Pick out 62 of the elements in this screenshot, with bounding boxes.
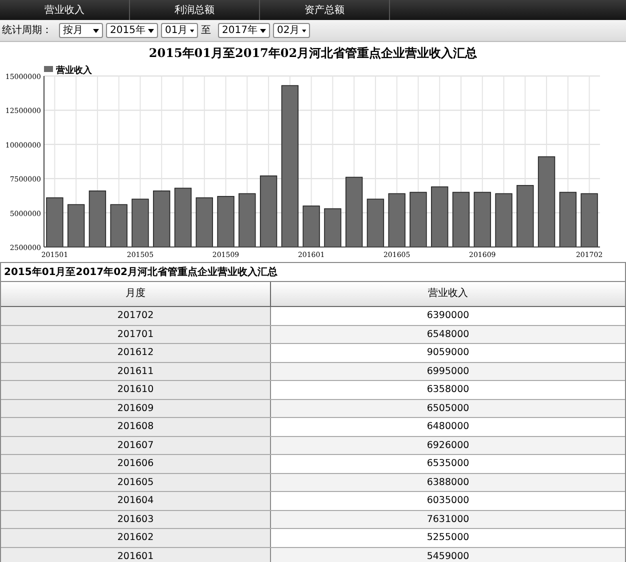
- table-cell: 201609: [1, 400, 271, 417]
- bar: [238, 193, 256, 248]
- caret-icon: [93, 28, 99, 32]
- bar: [474, 192, 491, 248]
- bar: [196, 197, 213, 248]
- column-header: 月度: [1, 282, 271, 306]
- table-cell: 5459000: [271, 548, 625, 562]
- bar: [410, 192, 427, 248]
- bar: [559, 192, 577, 248]
- caret-icon: [302, 28, 306, 32]
- legend: 营业收入: [44, 66, 92, 76]
- bar: [431, 186, 448, 248]
- bar: [67, 204, 85, 248]
- chart-title: 2015年01月至2017年02月河北省管重点企业营业收入汇总: [148, 45, 478, 62]
- table-cell: 201602: [1, 529, 271, 546]
- dropdown[interactable]: 02月: [273, 23, 310, 38]
- caret-icon: [260, 28, 266, 32]
- table-title: 2015年01月至2017年02月河北省管重点企业营业收入汇总: [0, 262, 626, 282]
- bar: [388, 193, 406, 248]
- filter-label: 统计周期：: [2, 24, 52, 38]
- table-cell: 6388000: [271, 474, 625, 491]
- table-cell: 6926000: [271, 436, 625, 454]
- table-cell: 201605: [1, 474, 271, 491]
- bar: [345, 176, 363, 248]
- caret-icon: [148, 28, 154, 32]
- caret-icon: [190, 28, 194, 32]
- separator-text: 至: [201, 24, 211, 38]
- table-cell: 201603: [1, 510, 271, 528]
- dropdown[interactable]: 2015年: [106, 23, 158, 38]
- bar: [366, 198, 384, 248]
- table-cell: 201608: [1, 418, 271, 436]
- table-cell: 201607: [1, 436, 271, 454]
- column-header: 营业收入: [271, 282, 625, 306]
- table-cell: 201604: [1, 492, 271, 510]
- bar: [110, 204, 128, 248]
- bar: [302, 206, 320, 248]
- table-cell: 7631000: [271, 510, 625, 528]
- bar: [132, 198, 149, 248]
- dropdown[interactable]: 按月: [59, 23, 103, 38]
- bar: [452, 192, 470, 248]
- table-cell: 201702: [1, 307, 271, 324]
- table-cell: 201606: [1, 455, 271, 472]
- bar: [174, 188, 192, 248]
- table-cell: 201612: [1, 344, 271, 362]
- table-cell: 201610: [1, 381, 271, 398]
- table-cell: 201611: [1, 362, 271, 380]
- bar: [153, 190, 170, 248]
- bar: [88, 190, 106, 248]
- bar: [516, 185, 534, 248]
- table-cell: 6505000: [271, 400, 625, 417]
- legend-label: 营业收入: [55, 65, 93, 76]
- bar: [580, 193, 598, 248]
- table-cell: 6548000: [271, 326, 625, 343]
- bar: [495, 193, 512, 248]
- table-cell: 201601: [1, 548, 271, 562]
- table-cell: 6995000: [271, 362, 625, 380]
- bar: [217, 196, 234, 248]
- table-cell: 201701: [1, 326, 271, 343]
- dropdown[interactable]: 01月: [161, 23, 198, 38]
- dropdown[interactable]: 2017年: [218, 23, 270, 38]
- bar: [46, 197, 64, 248]
- bar: [324, 208, 342, 248]
